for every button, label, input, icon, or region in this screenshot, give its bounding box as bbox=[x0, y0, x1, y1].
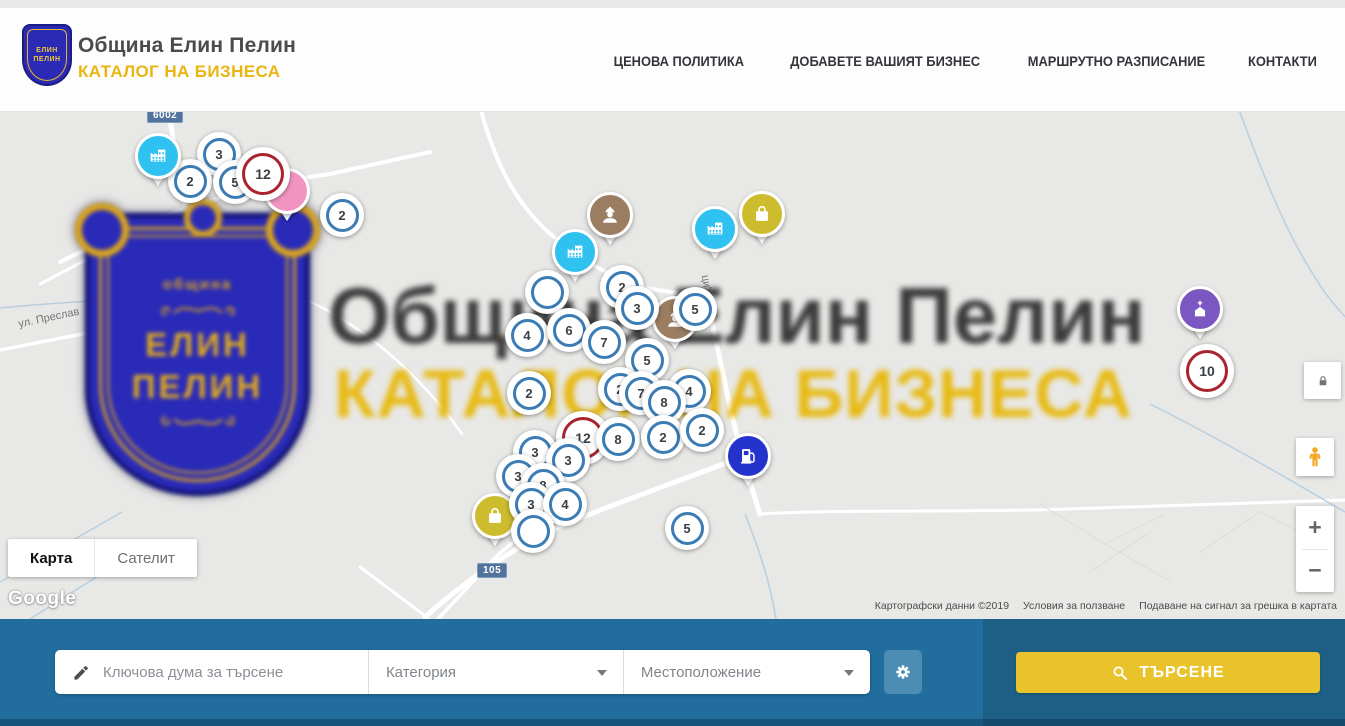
map-canvas[interactable]: община ЕЛИН ПЕЛИН Община Елин Пелин КАТА… bbox=[0, 112, 1345, 619]
location-select-value: Местоположение bbox=[641, 664, 761, 681]
header: ЕЛИН ПЕЛИН Община Елин Пелин КАТАЛОГ НА … bbox=[0, 8, 1345, 112]
map-pin-factory[interactable] bbox=[692, 206, 738, 268]
cluster-marker[interactable]: 5 bbox=[665, 506, 709, 550]
search-box: Категория Местоположение bbox=[55, 650, 870, 694]
shield-ornament-center bbox=[184, 199, 222, 237]
lock-icon bbox=[1315, 373, 1331, 389]
cluster-marker[interactable]: 2 bbox=[507, 371, 551, 415]
zoom-out-button[interactable]: − bbox=[1296, 550, 1334, 593]
advanced-settings-button[interactable] bbox=[884, 650, 922, 694]
logo-name-line2: ПЕЛИН bbox=[33, 56, 60, 64]
cluster-marker[interactable]: 2 bbox=[641, 415, 685, 459]
search-button-label: ТЪРСЕНЕ bbox=[1139, 664, 1224, 682]
nav-item-pricing[interactable]: ЦЕНОВА ПОЛИТИКА bbox=[614, 53, 744, 69]
search-icon bbox=[1111, 664, 1129, 682]
chevron-down-icon bbox=[844, 670, 854, 681]
road-number-label: 6002 bbox=[147, 112, 183, 123]
attribution-terms-link[interactable]: Условия за ползване bbox=[1023, 600, 1125, 612]
watermark-title: Община Елин Пелин bbox=[328, 270, 1146, 362]
map-pin-factory[interactable] bbox=[135, 133, 181, 195]
page-top-strip bbox=[0, 0, 1345, 8]
chevron-down-icon bbox=[597, 670, 607, 681]
category-select[interactable]: Категория bbox=[368, 650, 623, 694]
map-type-map-button[interactable]: Карта bbox=[8, 539, 94, 577]
category-select-value: Категория bbox=[386, 664, 456, 681]
site-title: Община Елин Пелин bbox=[78, 34, 296, 58]
shield-word: община bbox=[163, 276, 233, 293]
cluster-marker[interactable] bbox=[511, 509, 555, 553]
search-submit-button[interactable]: ТЪРСЕНЕ bbox=[1016, 652, 1320, 693]
main-nav: ЦЕНОВА ПОЛИТИКА ДОБАВЕТЕ ВАШИЯТ БИЗНЕС М… bbox=[608, 53, 1320, 69]
zoom-in-button[interactable]: + bbox=[1296, 506, 1334, 549]
cluster-marker[interactable]: 8 bbox=[596, 417, 640, 461]
shield-ornament-left bbox=[75, 203, 129, 257]
cluster-marker[interactable]: 2 bbox=[320, 193, 364, 237]
nav-item-contacts[interactable]: КОНТАКТИ bbox=[1248, 53, 1317, 69]
nav-item-add-business[interactable]: ДОБАВЕТЕ ВАШИЯТ БИЗНЕС bbox=[790, 53, 980, 69]
municipality-logo[interactable]: ЕЛИН ПЕЛИН bbox=[22, 24, 72, 86]
shield-flourish-top bbox=[158, 299, 238, 321]
watermark-logo-shield: община ЕЛИН ПЕЛИН bbox=[85, 213, 310, 496]
cluster-marker[interactable]: 3 bbox=[615, 286, 659, 330]
cluster-marker[interactable]: 5 bbox=[673, 287, 717, 331]
lock-control[interactable] bbox=[1304, 362, 1341, 399]
shield-flourish-bottom bbox=[158, 411, 238, 433]
cluster-marker[interactable]: 2 bbox=[680, 408, 724, 452]
keyword-input[interactable] bbox=[101, 663, 368, 682]
road-number-label: 105 bbox=[477, 563, 507, 578]
gear-icon bbox=[893, 662, 913, 682]
map-pin-church[interactable] bbox=[1177, 286, 1223, 348]
attribution-report-link[interactable]: Подаване на сигнал за грешка в картата bbox=[1139, 600, 1337, 612]
shield-name-line2: ПЕЛИН bbox=[132, 369, 263, 405]
logo-name-line1: ЕЛИН bbox=[36, 47, 58, 55]
pencil-icon bbox=[72, 663, 91, 682]
cluster-marker[interactable]: 4 bbox=[505, 313, 549, 357]
map-type-satellite-button[interactable]: Сателит bbox=[94, 539, 197, 577]
brand-block[interactable]: Община Елин Пелин КАТАЛОГ НА БИЗНЕСА bbox=[78, 34, 296, 82]
map-pin-worker[interactable] bbox=[587, 192, 633, 254]
attribution-data: Картографски данни ©2019 bbox=[875, 600, 1009, 612]
google-logo: Google bbox=[8, 588, 76, 610]
watermark-subtitle: КАТАЛОГ НА БИЗНЕСА bbox=[334, 355, 1133, 433]
cluster-marker[interactable]: 7 bbox=[582, 320, 626, 364]
pegman-icon bbox=[1303, 445, 1327, 469]
search-bar: Категория Местоположение ТЪРСЕНЕ bbox=[0, 619, 1345, 726]
map-pin-fuel[interactable] bbox=[725, 433, 771, 495]
keyword-section bbox=[55, 650, 368, 694]
map-pin-bag[interactable] bbox=[739, 191, 785, 253]
zoom-control: + − bbox=[1296, 506, 1334, 592]
cluster-marker[interactable]: 10 bbox=[1180, 344, 1234, 398]
location-select[interactable]: Местоположение bbox=[623, 650, 870, 694]
site-subtitle: КАТАЛОГ НА БИЗНЕСА bbox=[78, 62, 296, 82]
shield-name-line1: ЕЛИН bbox=[145, 327, 250, 363]
map-type-control: Карта Сателит bbox=[8, 539, 197, 577]
nav-item-route-schedule[interactable]: МАРШРУТНО РАЗПИСАНИЕ bbox=[1028, 53, 1206, 69]
map-attribution: Картографски данни ©2019 Условия за полз… bbox=[875, 600, 1337, 612]
cluster-marker[interactable]: 12 bbox=[236, 147, 290, 201]
pegman-control[interactable] bbox=[1296, 438, 1334, 476]
